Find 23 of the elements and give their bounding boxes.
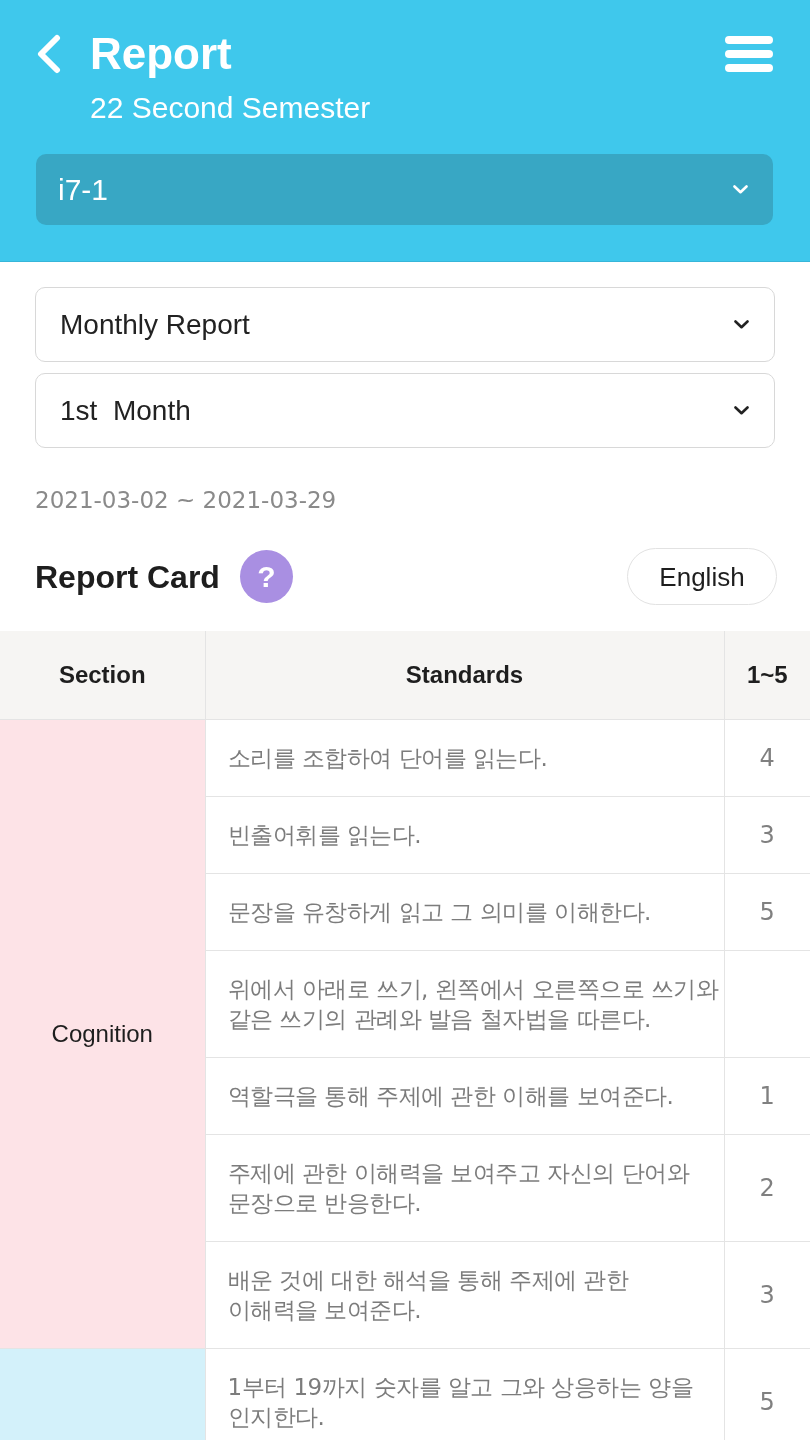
dropdown-select[interactable]: Monthly Report: [35, 287, 775, 362]
chevron-down-icon: [734, 406, 749, 415]
page-title: Report: [90, 28, 232, 80]
dropdown-select[interactable]: 1st Month: [35, 373, 775, 448]
chevron-down-icon: [733, 185, 748, 194]
column-header: Section: [0, 631, 205, 719]
column-header: 1~5: [724, 631, 810, 719]
standard-cell: 위에서 아래로 쓰기, 왼쪽에서 오른쪽으로 쓰기와 같은 쓰기의 관례와 발음 철자법을 따른다.: [205, 950, 724, 1057]
menu-icon[interactable]: [725, 36, 773, 72]
language-button[interactable]: English: [627, 548, 777, 605]
semester-subtitle: 22 Second Semester: [90, 90, 371, 126]
back-icon[interactable]: [36, 34, 62, 74]
column-header: Standards: [205, 631, 724, 719]
chevron-down-icon: [734, 320, 749, 329]
standard-cell: 역할극을 통해 주제에 관한 이해를 보여준다.: [205, 1057, 724, 1134]
section-cell: Cognition: [0, 719, 205, 1348]
date-range: 2021-03-02 ~ 2021-03-29: [35, 486, 337, 515]
standard-cell: 빈출어휘를 읽는다.: [205, 796, 724, 873]
standard-cell: 소리를 조합하여 단어를 읽는다.: [205, 719, 724, 796]
standard-cell: 배운 것에 대한 해석을 통해 주제에 관한 이해력을 보여준다.: [205, 1241, 724, 1348]
standard-cell: 문장을 유창하게 읽고 그 의미를 이해한다.: [205, 873, 724, 950]
section-title: Report Card: [35, 557, 220, 596]
standard-cell: 주제에 관한 이해력을 보여주고 자신의 단어와 문장으로 반응한다.: [205, 1134, 724, 1241]
